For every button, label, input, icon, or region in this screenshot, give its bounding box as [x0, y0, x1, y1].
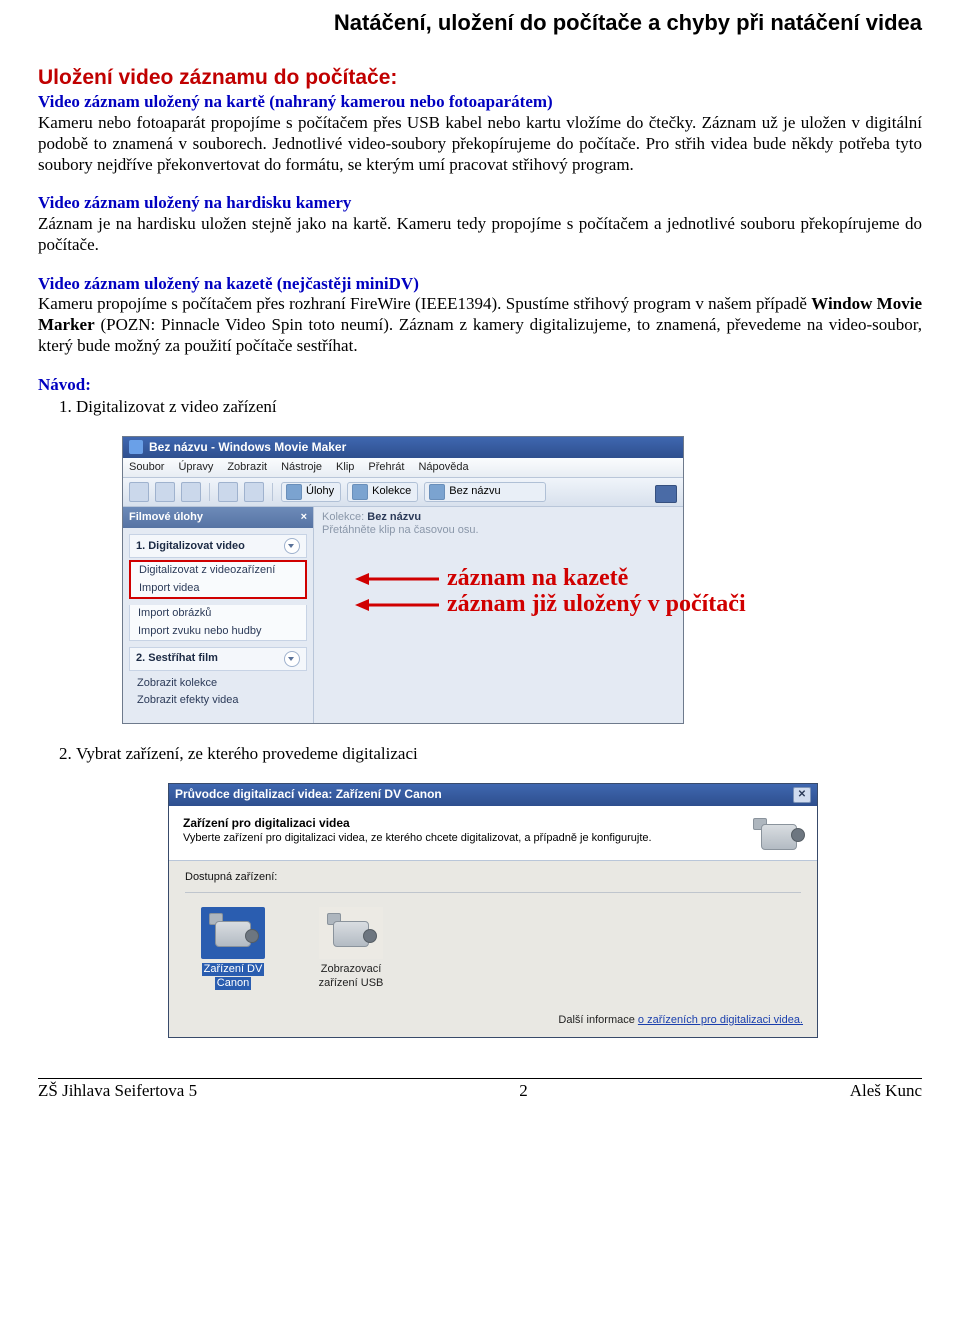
annotation-stored: záznam již uložený v počítači	[355, 590, 746, 619]
section-edit[interactable]: 2. Sestříhat film	[129, 647, 307, 671]
text-tape-a: Kameru propojíme s počítačem přes rozhra…	[38, 294, 811, 313]
collection-combo[interactable]: Bez názvu	[424, 482, 546, 502]
para-card: Video záznam uložený na kartě (nahraný k…	[38, 92, 922, 175]
redo-icon[interactable]	[244, 482, 264, 502]
capture-wizard: Průvodce digitalizací videa: Zařízení DV…	[168, 783, 818, 1039]
toolbar-separator	[272, 483, 273, 501]
chevron-up-icon	[284, 538, 300, 554]
wizard-foot-link[interactable]: o zařízeních pro digitalizaci videa.	[638, 1014, 803, 1026]
chevron-up-icon	[284, 651, 300, 667]
wmm-app-icon	[129, 440, 143, 454]
subhead-card: Video záznam uložený na kartě (nahraný k…	[38, 92, 553, 111]
subhead-tape: Video záznam uložený na kazetě (nejčastě…	[38, 274, 419, 293]
page-header-title: Natáčení, uložení do počítače a chyby př…	[38, 10, 922, 37]
page-footer: ZŠ Jihlava Seifertova 5 2 Aleš Kunc	[38, 1078, 922, 1102]
wmm-sidebar: Filmové úlohy × 1. Digitalizovat video D…	[123, 507, 314, 723]
para-tape: Video záznam uložený na kazetě (nejčastě…	[38, 274, 922, 357]
camcorder-icon	[751, 816, 803, 856]
opt-show-effects[interactable]: Zobrazit efekty videa	[129, 692, 307, 709]
wizard-header: Zařízení pro digitalizaci videa Vyberte …	[169, 806, 817, 861]
para-hdd: Video záznam uložený na hardisku kamery …	[38, 193, 922, 255]
subhead-hdd: Video záznam uložený na hardisku kamery	[38, 193, 351, 212]
annotation-tape-text: záznam na kazetě	[447, 565, 628, 591]
wmm-titlebar: Bez názvu - Windows Movie Maker	[123, 437, 683, 458]
digitize-options-boxed: Digitalizovat z videozařízení Import vid…	[129, 560, 307, 599]
toolbar-separator	[209, 483, 210, 501]
opt-show-collections[interactable]: Zobrazit kolekce	[129, 675, 307, 692]
wizard-head-bold: Zařízení pro digitalizaci videa	[183, 816, 803, 831]
device-dv-canon[interactable]: Zařízení DV Canon	[185, 907, 281, 990]
monitor-icon[interactable]	[655, 485, 677, 503]
arrow-icon	[355, 569, 441, 589]
device-dv-label2: Canon	[215, 977, 251, 990]
footer-left: ZŠ Jihlava Seifertova 5	[38, 1081, 197, 1102]
text-hdd: Záznam je na hardisku uložen stejně jako…	[38, 214, 922, 254]
footer-page: 2	[519, 1081, 528, 1102]
opt-import-audio[interactable]: Import zvuku nebo hudby	[130, 623, 306, 640]
divider	[185, 892, 801, 893]
wmm-menubar[interactable]: Soubor Úpravy Zobrazit Nástroje Klip Pře…	[123, 458, 683, 478]
tasks-icon	[286, 484, 302, 500]
navod-label: Návod:	[38, 375, 91, 394]
collection-combo-label: Bez názvu	[449, 485, 500, 498]
camcorder-icon	[319, 907, 383, 959]
open-icon[interactable]	[155, 482, 175, 502]
device-usb-label2: zařízení USB	[319, 977, 384, 989]
close-icon[interactable]: ×	[301, 511, 307, 524]
wizard-footer: Další informace o zařízeních pro digital…	[169, 1008, 817, 1037]
sidebar-title: Filmové úlohy ×	[123, 507, 313, 528]
wizard-foot-prefix: Další informace	[558, 1014, 637, 1026]
section-digitize[interactable]: 1. Digitalizovat video	[129, 534, 307, 558]
collections-button[interactable]: Kolekce	[347, 482, 418, 502]
section-digitize-label: 1. Digitalizovat video	[136, 540, 245, 553]
menu-upravy[interactable]: Úpravy	[178, 461, 213, 474]
new-icon[interactable]	[129, 482, 149, 502]
menu-prehrat[interactable]: Přehrát	[368, 461, 404, 474]
save-icon[interactable]	[181, 482, 201, 502]
device-dv-label1: Zařízení DV	[202, 963, 265, 976]
collections-icon	[352, 484, 368, 500]
menu-zobrazit[interactable]: Zobrazit	[227, 461, 267, 474]
wmm-title-text: Bez názvu - Windows Movie Maker	[149, 440, 346, 455]
navod-item-2: Vybrat zařízení, ze kterého provedeme di…	[76, 744, 922, 765]
tasks-label: Úlohy	[306, 485, 334, 498]
menu-soubor[interactable]: Soubor	[129, 461, 164, 474]
opt-capture-device[interactable]: Digitalizovat z videozařízení	[131, 562, 305, 579]
device-usb-label1: Zobrazovací	[321, 963, 382, 975]
annotation-stored-text: záznam již uložený v počítači	[447, 591, 746, 617]
heading-save-to-pc: Uložení video záznamu do počítače:	[38, 65, 922, 91]
wizard-title-text: Průvodce digitalizací videa: Zařízení DV…	[175, 787, 442, 802]
menu-nastroje[interactable]: Nástroje	[281, 461, 322, 474]
sidebar-title-text: Filmové úlohy	[129, 511, 203, 524]
tasks-button[interactable]: Úlohy	[281, 482, 341, 502]
menu-klip[interactable]: Klip	[336, 461, 354, 474]
folder-icon	[429, 484, 445, 500]
annotation-tape: záznam na kazetě	[355, 564, 628, 593]
camcorder-icon	[201, 907, 265, 959]
opt-import-video[interactable]: Import videa	[131, 580, 305, 597]
wizard-body: Dostupná zařízení: Zařízení DV Canon Zob…	[169, 861, 817, 1008]
undo-icon[interactable]	[218, 482, 238, 502]
kolekce-hint: Přetáhněte klip na časovou osu.	[322, 524, 675, 537]
navod-item-1: Digitalizovat z video zařízení	[76, 397, 922, 418]
kolekce-label: Kolekce:	[322, 511, 364, 523]
footer-right: Aleš Kunc	[850, 1081, 922, 1102]
digitize-options-rest: Import obrázků Import zvuku nebo hudby	[129, 605, 307, 641]
menu-napoveda[interactable]: Nápověda	[418, 461, 468, 474]
wizard-titlebar: Průvodce digitalizací videa: Zařízení DV…	[169, 784, 817, 806]
wizard-head-sub: Vyberte zařízení pro digitalizaci videa,…	[183, 832, 803, 845]
collections-label: Kolekce	[372, 485, 411, 498]
wmm-toolbar: Úlohy Kolekce Bez názvu	[123, 478, 683, 507]
wmm-window: Bez názvu - Windows Movie Maker Soubor Ú…	[122, 436, 684, 724]
device-usb[interactable]: Zobrazovací zařízení USB	[303, 907, 399, 990]
arrow-icon	[355, 595, 441, 615]
kolekce-name: Bez názvu	[367, 511, 421, 523]
opt-import-images[interactable]: Import obrázků	[130, 605, 306, 622]
text-tape-b: (POZN: Pinnacle Video Spin toto neumí). …	[38, 315, 922, 355]
text-card: Kameru nebo fotoaparát propojíme s počít…	[38, 113, 922, 173]
available-devices-label: Dostupná zařízení:	[185, 871, 801, 884]
section-edit-label: 2. Sestříhat film	[136, 652, 218, 665]
close-icon[interactable]: ✕	[793, 787, 811, 803]
